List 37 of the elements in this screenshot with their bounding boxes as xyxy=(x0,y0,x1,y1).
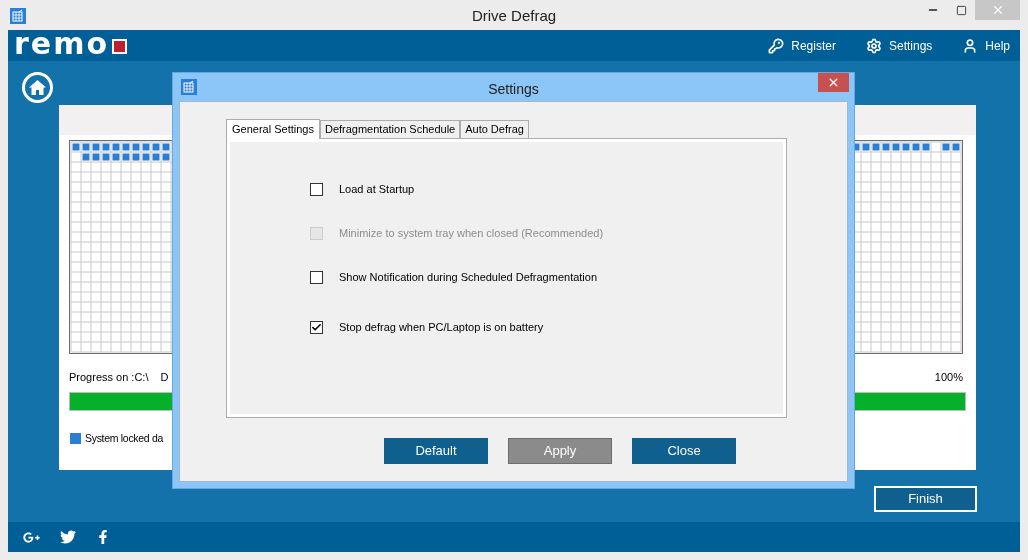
key-icon xyxy=(768,37,785,54)
progress-percent: 100% xyxy=(934,369,963,385)
progress-detail: D xyxy=(160,369,169,385)
home-button[interactable] xyxy=(22,72,53,103)
checkbox[interactable] xyxy=(310,182,323,196)
progress-label: Progress on :C:\ xyxy=(69,369,149,385)
window-title: Drive Defrag xyxy=(471,6,557,26)
option-label: Stop defrag when PC/Laptop is on battery xyxy=(339,319,544,335)
option-label: Show Notification during Scheduled Defragmentation xyxy=(339,269,598,285)
check-icon xyxy=(311,321,322,333)
home-icon xyxy=(29,80,46,95)
legend-label: System locked da xyxy=(85,431,164,446)
person-icon xyxy=(962,37,979,54)
twitter-icon[interactable] xyxy=(60,529,76,545)
option-label: Load at Startup xyxy=(339,181,415,197)
nav-link[interactable]: Settings xyxy=(865,36,933,55)
option-label: Minimize to system tray when closed (Recommended) xyxy=(339,225,604,241)
facebook-icon[interactable] xyxy=(96,530,110,544)
dialog-button[interactable]: Default xyxy=(384,438,488,464)
checkbox[interactable] xyxy=(310,270,323,284)
logo-square-icon xyxy=(112,38,127,54)
nav-link[interactable]: Help xyxy=(962,36,1010,55)
app-icon xyxy=(181,79,197,95)
checkbox[interactable] xyxy=(310,320,323,334)
remo-logo: remo xyxy=(14,28,109,59)
dialog-button[interactable]: Close xyxy=(632,438,736,464)
maximize-icon xyxy=(955,4,967,16)
dialog-close-button[interactable] xyxy=(818,73,849,92)
tab[interactable]: General Settings xyxy=(226,119,320,139)
close-icon xyxy=(827,76,840,89)
app-icon xyxy=(10,8,26,24)
tab[interactable]: Defragmentation Schedule xyxy=(319,120,461,138)
settings-icon xyxy=(865,37,882,54)
dialog-title: Settings xyxy=(488,80,539,99)
nav-link[interactable]: Register xyxy=(768,36,836,55)
tab[interactable]: Auto Defrag xyxy=(460,120,529,138)
finish-button[interactable]: Finish xyxy=(874,486,977,512)
